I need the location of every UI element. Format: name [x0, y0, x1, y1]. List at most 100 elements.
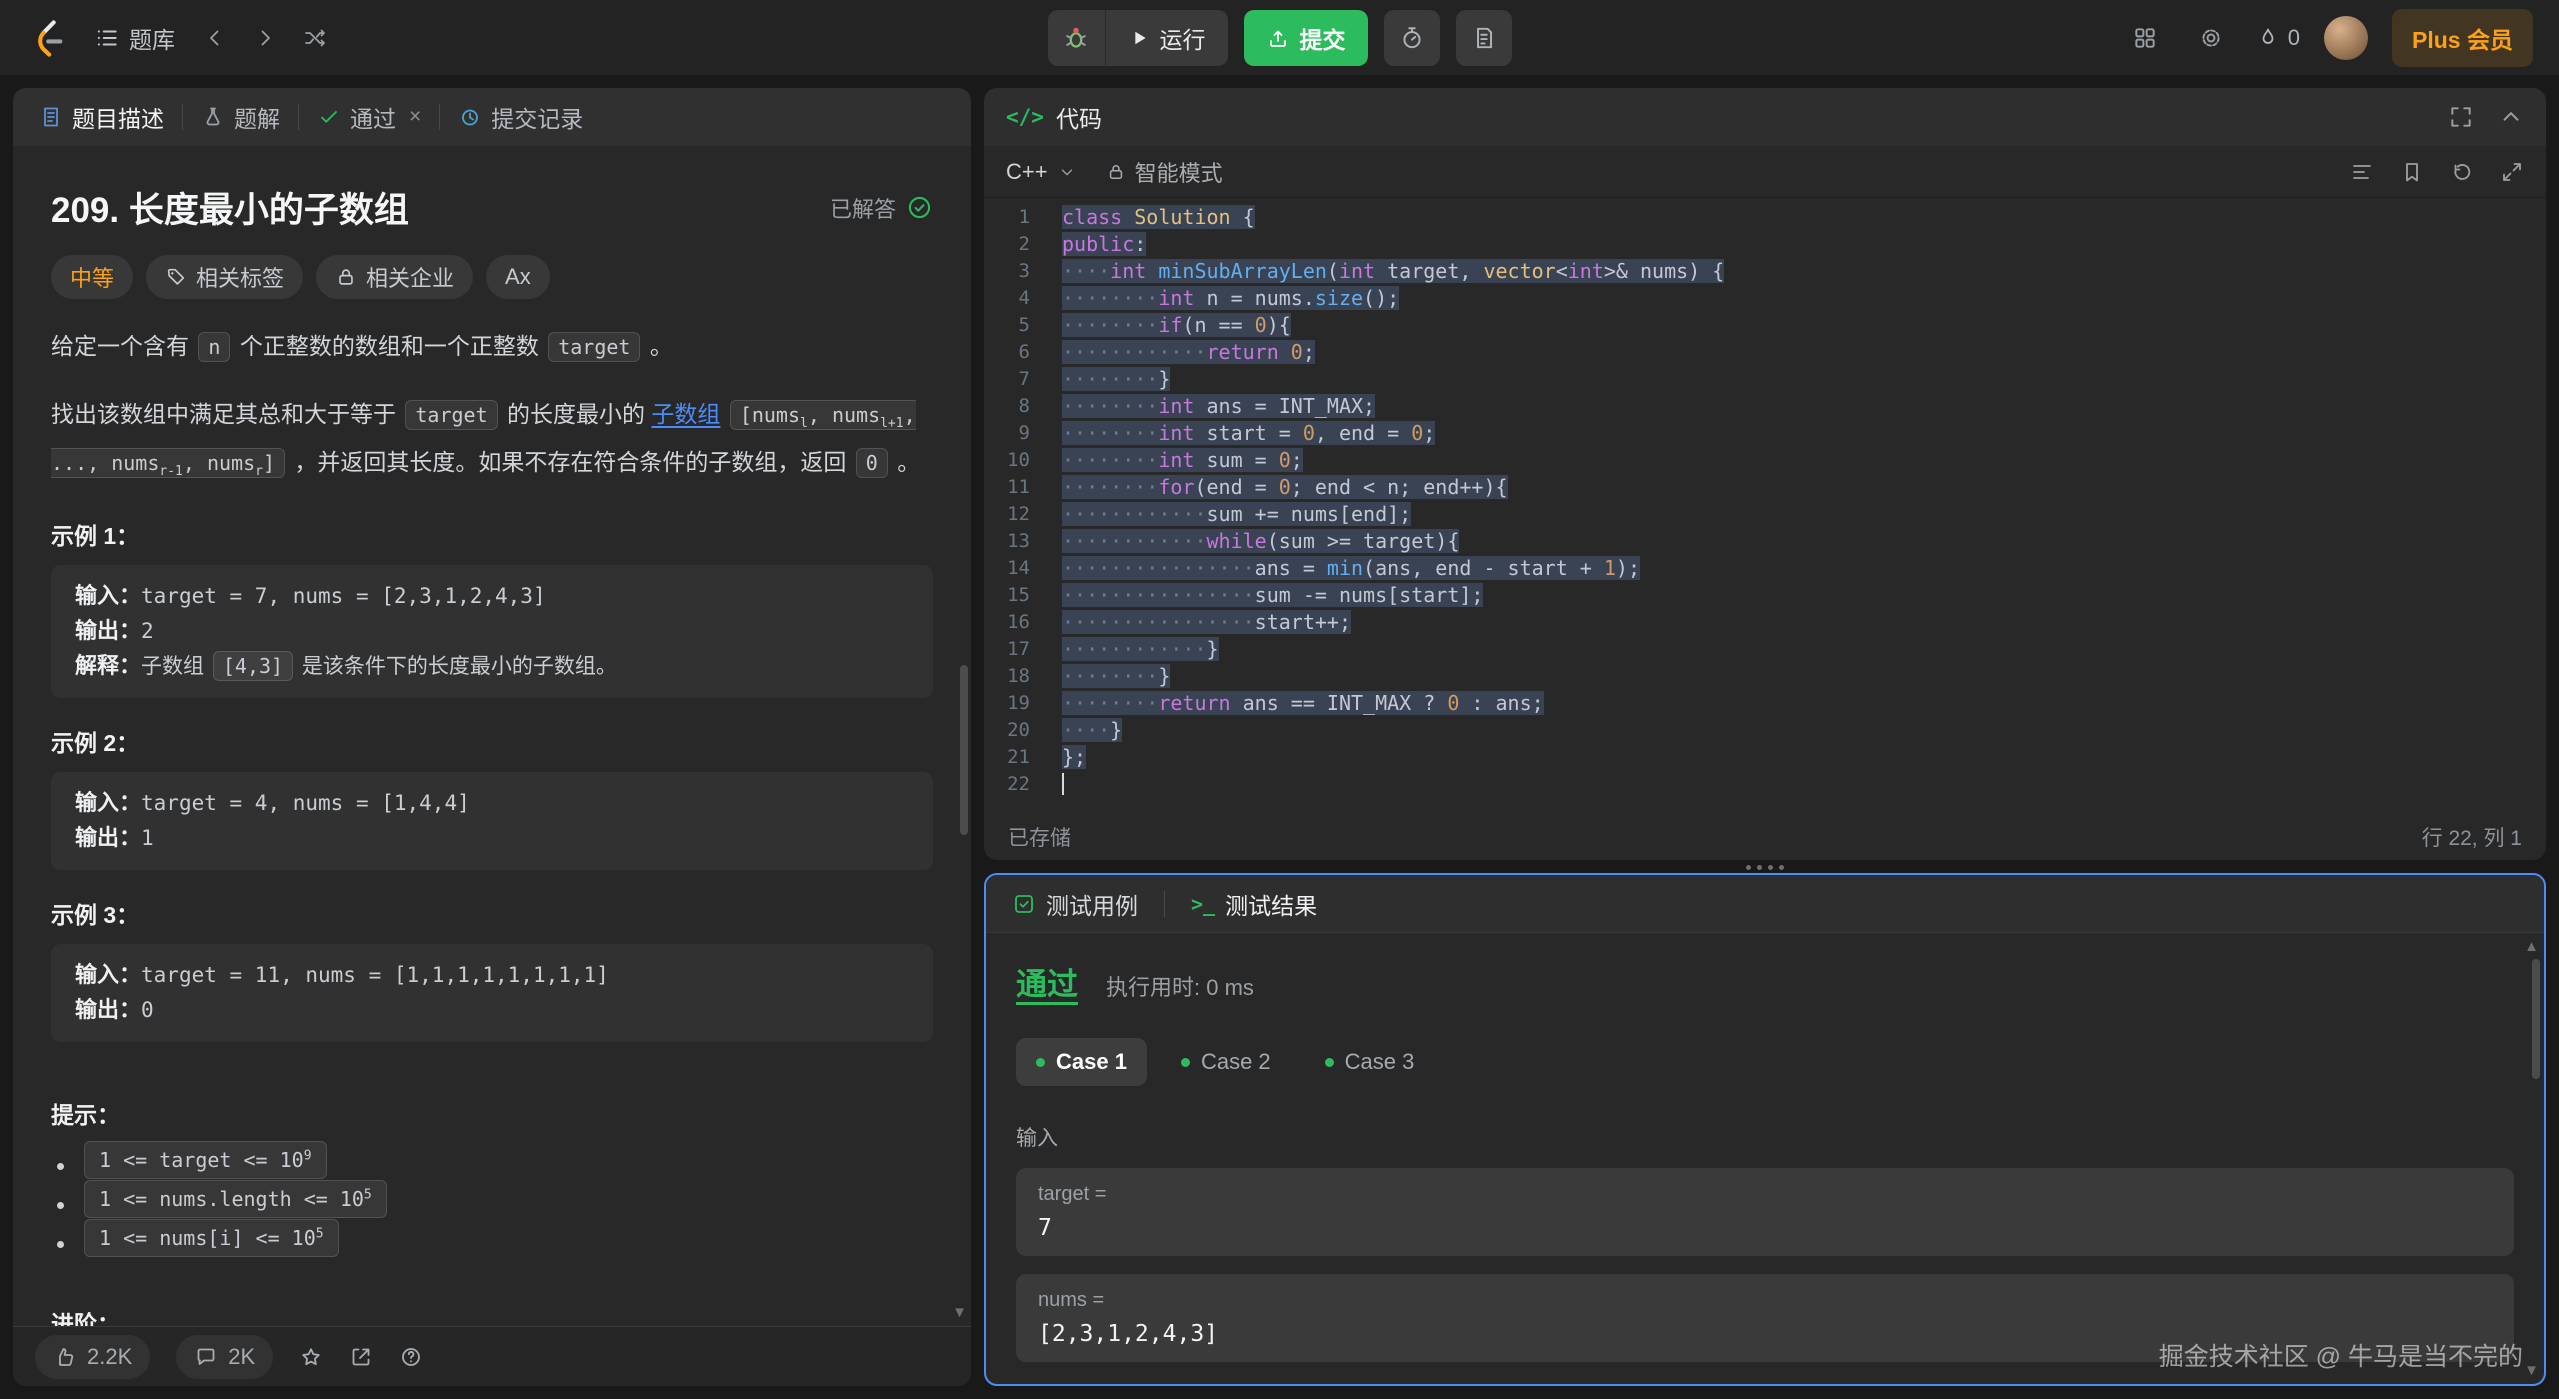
example-block: 输入：target = 11, nums = [1,1,1,1,1,1,1,1]… — [51, 944, 933, 1042]
upload-icon — [1266, 26, 1290, 50]
bookmark-icon[interactable] — [2400, 160, 2424, 184]
flame-icon — [2256, 26, 2280, 50]
test-scrollbar-down-arrow[interactable]: ▼ — [2524, 1363, 2539, 1378]
code-line: 6············return 0; — [984, 339, 2546, 366]
test-panel-header: 测试用例 >_ 测试结果 — [986, 875, 2544, 933]
submit-button[interactable]: 提交 — [1244, 10, 1368, 66]
code-panel-title: 代码 — [1056, 100, 1102, 134]
format-icon[interactable] — [2350, 160, 2374, 184]
difficulty-badge[interactable]: 中等 — [51, 255, 133, 299]
problem-scrollbar-thumb[interactable] — [960, 665, 968, 835]
saved-status: 已存储 — [1008, 822, 1071, 852]
line-number: 6 — [984, 339, 1030, 366]
difficulty-label: 中等 — [70, 261, 114, 293]
test-scrollbar-thumb[interactable] — [2532, 959, 2540, 1079]
tab-testcases[interactable]: 测试用例 — [1012, 887, 1138, 921]
expand-editor-icon[interactable] — [2500, 160, 2524, 184]
avatar[interactable] — [2324, 16, 2368, 60]
tab-testresult[interactable]: >_ 测试结果 — [1191, 887, 1317, 921]
close-icon[interactable]: × — [409, 105, 421, 129]
scrollbar-down-arrow[interactable]: ▼ — [952, 1305, 967, 1320]
bold-label: 输出： — [75, 997, 141, 1022]
daily-streak[interactable]: 0 — [2256, 25, 2300, 51]
tab-submissions[interactable]: 提交记录 — [444, 88, 597, 146]
share-icon — [349, 1345, 373, 1369]
test-scrollbar-up-arrow[interactable]: ▲ — [2524, 939, 2539, 954]
related-companies-button[interactable]: 相关企业 — [316, 255, 473, 299]
constraints-list: 1 <= target <= 1091 <= nums.length <= 10… — [51, 1148, 933, 1251]
code-line: 5········if(n == 0){ — [984, 312, 2546, 339]
grid-icon — [2132, 25, 2158, 51]
editor-toolbar: C++ 智能模式 — [984, 146, 2546, 198]
run-button[interactable]: 运行 — [1106, 10, 1228, 66]
question-icon — [399, 1345, 423, 1369]
page-title: 209. 长度最小的子数组 — [51, 182, 409, 233]
notes-button[interactable] — [1456, 10, 1512, 66]
code-editor[interactable]: 1class Solution {2public:3····int minSub… — [984, 198, 2546, 814]
help-button[interactable] — [399, 1345, 423, 1369]
inline-link[interactable]: 子数组 — [651, 401, 720, 427]
problem-list-button[interactable]: 题库 — [84, 13, 185, 63]
timer-icon — [1399, 25, 1425, 51]
example-label: 示例 3： — [51, 896, 933, 930]
test-panel: 测试用例 >_ 测试结果 通过 执行用时: 0 ms Case 1Case 2C… — [984, 873, 2546, 1386]
smart-mode[interactable]: 智能模式 — [1106, 156, 1223, 188]
constraint-item: 1 <= nums[i] <= 105 — [81, 1226, 933, 1251]
problem-paragraph: 找出该数组中满足其总和大于等于 target 的长度最小的 子数组 [numsl… — [51, 395, 933, 491]
reset-code-icon[interactable] — [2450, 160, 2474, 184]
line-number: 1 — [984, 204, 1030, 231]
case-tab[interactable]: Case 3 — [1305, 1038, 1435, 1086]
tab-accepted-label: 通过 — [350, 100, 396, 134]
apps-grid-button[interactable] — [2124, 17, 2166, 59]
ax-button[interactable]: Ax — [486, 255, 550, 299]
code-line: 9········int start = 0, end = 0; — [984, 420, 2546, 447]
code-line: 18········} — [984, 663, 2546, 690]
next-problem-button[interactable] — [245, 18, 285, 58]
fullscreen-icon[interactable] — [2448, 104, 2474, 130]
tab-testresult-label: 测试结果 — [1225, 887, 1317, 921]
settings-button[interactable] — [2190, 17, 2232, 59]
collapse-panel-icon[interactable] — [2498, 104, 2524, 130]
plus-member-button[interactable]: Plus 会员 — [2392, 9, 2533, 67]
line-number: 21 — [984, 744, 1030, 771]
case-tab[interactable]: Case 1 — [1016, 1038, 1147, 1086]
prev-problem-button[interactable] — [195, 18, 235, 58]
leetcode-logo-icon[interactable] — [26, 17, 68, 59]
examples-section: 示例 1：输入：target = 7, nums = [2,3,1,2,4,3]… — [51, 517, 933, 1042]
lock-icon — [335, 266, 357, 288]
example-block: 输入：target = 4, nums = [1,4,4]输出：1 — [51, 772, 933, 870]
related-tags-button[interactable]: 相关标签 — [146, 255, 303, 299]
share-button[interactable] — [349, 1345, 373, 1369]
chevron-down-icon[interactable] — [1058, 163, 1076, 181]
comments-button[interactable]: 2K — [176, 1335, 273, 1379]
code-line: 15················sum -= nums[start]; — [984, 582, 2546, 609]
tab-description[interactable]: 题目描述 — [25, 88, 178, 146]
test-input-field[interactable]: target =7 — [1016, 1168, 2514, 1256]
tab-separator — [1164, 891, 1165, 917]
check-square-icon — [1012, 892, 1036, 916]
timer-button[interactable] — [1384, 10, 1440, 66]
tab-accepted[interactable]: 通过 × — [303, 88, 435, 146]
like-button[interactable]: 2.2K — [35, 1335, 150, 1379]
line-number: 8 — [984, 393, 1030, 420]
case-tab[interactable]: Case 2 — [1161, 1038, 1291, 1086]
line-number: 12 — [984, 501, 1030, 528]
random-problem-button[interactable] — [295, 18, 335, 58]
line-number: 16 — [984, 609, 1030, 636]
run-label: 运行 — [1160, 21, 1206, 55]
submit-label: 提交 — [1300, 21, 1346, 55]
panel-resize-handle[interactable] — [1746, 865, 1784, 870]
debug-icon — [1061, 23, 1091, 53]
tab-separator — [298, 104, 299, 130]
mono-text: target = 11, nums = [1,1,1,1,1,1,1,1] — [141, 963, 609, 987]
result-status[interactable]: 通过 — [1016, 959, 1078, 1004]
case-tabs: Case 1 Case 2 Case 3 — [1016, 1038, 2514, 1086]
ax-label: Ax — [505, 264, 531, 290]
problem-list-label: 题库 — [129, 21, 175, 55]
language-selector[interactable]: C++ — [1006, 159, 1048, 185]
star-button[interactable] — [299, 1345, 323, 1369]
tab-solutions[interactable]: 题解 — [187, 88, 294, 146]
debug-button[interactable] — [1048, 10, 1106, 66]
inline-code: [4,3] — [213, 651, 293, 681]
document-icon — [39, 105, 63, 129]
